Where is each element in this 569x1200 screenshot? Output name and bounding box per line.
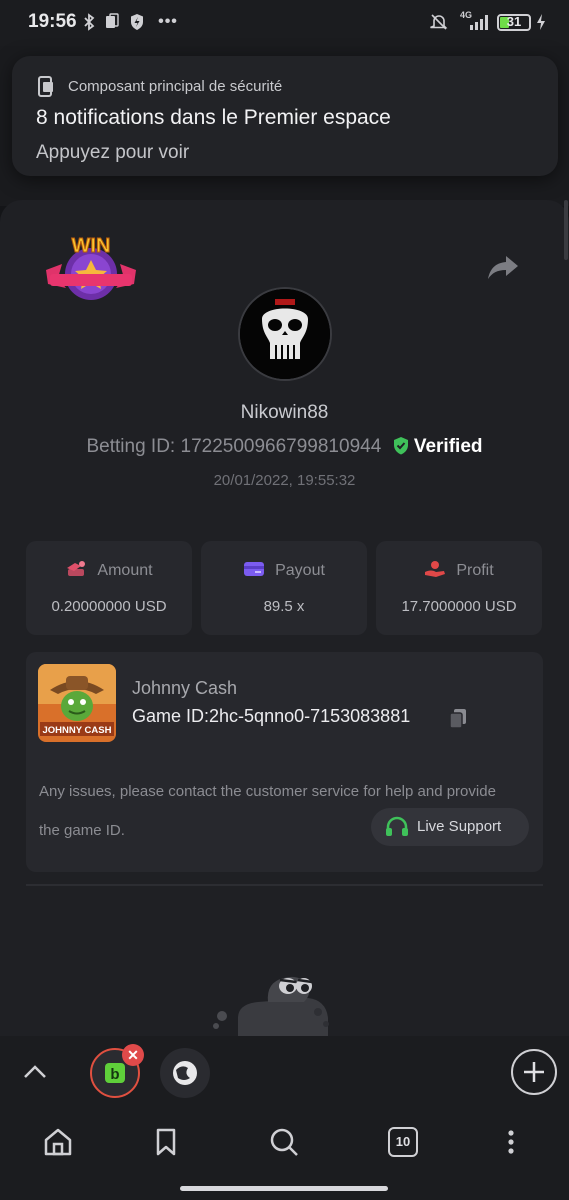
battery-level: 31 xyxy=(506,14,522,29)
betting-id-label: Betting ID: xyxy=(86,436,176,457)
stat-profit: Profit 17.7000000 USD xyxy=(376,541,542,635)
notification-title: 8 notifications dans le Premier espace xyxy=(36,106,391,129)
svg-text:b: b xyxy=(110,1066,119,1083)
notification-body: Appuyez pour voir xyxy=(36,142,190,163)
username: Nikowin88 xyxy=(240,402,329,423)
mute-bell-icon xyxy=(430,13,448,31)
tab-close-icon[interactable]: ✕ xyxy=(122,1044,144,1066)
stat-profit-label: Profit xyxy=(456,562,494,579)
card-icon xyxy=(243,560,265,583)
tab-count-button[interactable]: 10 xyxy=(388,1127,418,1157)
game-thumbnail[interactable]: JOHNNY CASH xyxy=(38,664,116,742)
battery-icon: 31 xyxy=(497,14,531,31)
stat-payout-label: Payout xyxy=(275,562,325,579)
verified-label: Verified xyxy=(413,436,483,457)
charging-icon xyxy=(535,13,547,31)
divider xyxy=(26,884,543,886)
copy-icon[interactable] xyxy=(448,708,468,730)
search-icon[interactable] xyxy=(268,1126,300,1158)
game-id-label: Game ID: xyxy=(132,706,210,726)
phone-icon xyxy=(38,76,53,97)
game-id: Game ID:2hc-5qnno0-7153083881 xyxy=(132,706,410,727)
betting-id-line: Betting ID: 1722500966799810944 Verified xyxy=(0,436,569,461)
scrollbar[interactable] xyxy=(564,200,568,260)
live-support-label: Live Support xyxy=(417,818,502,835)
share-icon[interactable] xyxy=(486,252,520,282)
signal-icon xyxy=(468,13,492,31)
notification-app-name: Composant principal de sécurité xyxy=(68,78,283,95)
menu-dots-icon[interactable] xyxy=(496,1126,526,1158)
verified-shield-icon xyxy=(393,436,409,461)
win-badge: WIN xyxy=(44,232,138,306)
headset-icon xyxy=(385,816,409,842)
stat-payout: Payout 89.5 x xyxy=(201,541,367,635)
status-time: 19:56 xyxy=(28,11,77,32)
stat-profit-value: 17.7000000 USD xyxy=(401,598,517,615)
crocodile-mascot xyxy=(208,968,338,1040)
bookmark-icon[interactable] xyxy=(150,1126,182,1158)
hand-coin-icon xyxy=(424,560,446,583)
bet-datetime: 20/01/2022, 19:55:32 xyxy=(213,472,356,489)
gesture-home-bar[interactable] xyxy=(180,1186,388,1191)
more-dots-icon: ••• xyxy=(158,13,178,30)
game-thumb-caption: JOHNNY CASH xyxy=(43,725,112,736)
new-tab-button[interactable] xyxy=(511,1049,557,1095)
money-icon xyxy=(65,560,87,583)
betting-id: 1722500966799810944 xyxy=(180,436,382,457)
stat-amount: Amount 0.20000000 USD xyxy=(26,541,192,635)
stat-amount-value: 0.20000000 USD xyxy=(51,598,167,615)
sim-icon xyxy=(103,13,121,31)
game-card: JOHNNY CASH Johnny Cash Game ID:2hc-5qnn… xyxy=(26,652,543,872)
home-icon[interactable] xyxy=(42,1126,74,1158)
bluetooth-icon xyxy=(80,13,98,31)
win-badge-text: WIN xyxy=(72,235,111,257)
status-bar: 19:56 ••• 4G 31 xyxy=(0,0,569,46)
stat-payout-value: 89.5 x xyxy=(263,598,305,615)
avatar xyxy=(238,287,332,381)
shield-icon xyxy=(128,13,146,31)
game-name: Johnny Cash xyxy=(132,678,238,698)
live-support-button[interactable]: Live Support xyxy=(371,808,529,846)
chevron-up-icon[interactable] xyxy=(22,1060,48,1084)
notification-card[interactable]: Composant principal de sécurité 8 notifi… xyxy=(12,56,558,176)
tab-strip xyxy=(0,1036,569,1112)
stat-amount-label: Amount xyxy=(97,562,153,579)
tab-globe-site[interactable] xyxy=(160,1048,210,1098)
game-id-value: 2hc-5qnno0-7153083881 xyxy=(209,706,411,726)
